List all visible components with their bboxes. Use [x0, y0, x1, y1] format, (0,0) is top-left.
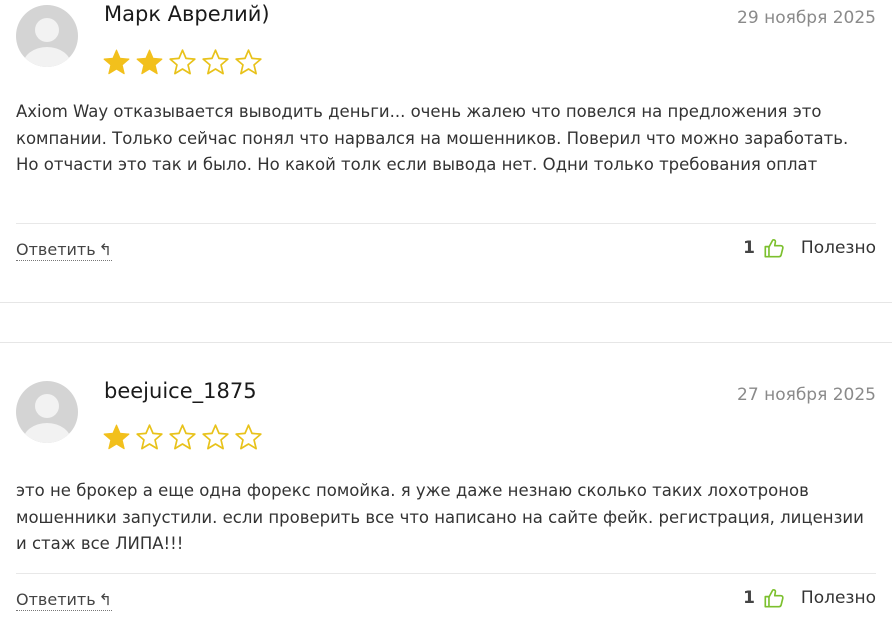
review-date: 29 ноября 2025	[737, 8, 876, 28]
avatar	[16, 5, 78, 67]
useful-button[interactable]: Полезно	[801, 588, 876, 608]
reply-button[interactable]: Ответить ↰	[16, 590, 113, 611]
star-empty-icon	[202, 424, 229, 450]
review-author: Марк Аврелий)	[104, 2, 270, 26]
review-card: Марк Аврелий) 29 ноября 2025 Axiom Way о…	[0, 0, 892, 303]
star-empty-icon	[169, 49, 196, 75]
reply-label: Ответить	[16, 240, 96, 259]
thumbs-up-icon[interactable]	[763, 237, 785, 259]
star-filled-icon	[136, 49, 163, 75]
thumbs-up-icon[interactable]	[763, 587, 785, 609]
review-date: 27 ноября 2025	[737, 385, 876, 405]
reply-arrow-icon: ↰	[98, 590, 113, 609]
star-empty-icon	[235, 49, 262, 75]
reply-label: Ответить	[16, 590, 96, 609]
divider	[16, 223, 876, 224]
rating-stars	[102, 423, 263, 452]
useful-count: 1	[743, 588, 755, 608]
star-empty-icon	[202, 49, 229, 75]
user-silhouette-icon	[23, 18, 71, 67]
avatar	[16, 381, 78, 443]
review-text: это не брокер а еще одна форекс помойка.…	[16, 481, 864, 553]
star-empty-icon	[169, 424, 196, 450]
review-card: beejuice_1875 27 ноября 2025 это не брок…	[0, 342, 892, 628]
divider	[16, 573, 876, 574]
star-filled-icon	[103, 49, 130, 75]
reply-arrow-icon: ↰	[98, 240, 113, 259]
useful-vote: 1 Полезно	[743, 237, 876, 259]
rating-stars	[102, 48, 263, 77]
star-empty-icon	[136, 424, 163, 450]
star-filled-icon	[103, 424, 130, 450]
reply-button[interactable]: Ответить ↰	[16, 240, 113, 261]
review-text: Axiom Way отказывается выводить деньги..…	[16, 102, 849, 174]
useful-vote: 1 Полезно	[743, 587, 876, 609]
user-silhouette-icon	[23, 394, 71, 443]
useful-button[interactable]: Полезно	[801, 238, 876, 258]
star-empty-icon	[235, 424, 262, 450]
review-author: beejuice_1875	[104, 379, 257, 403]
useful-count: 1	[743, 238, 755, 258]
